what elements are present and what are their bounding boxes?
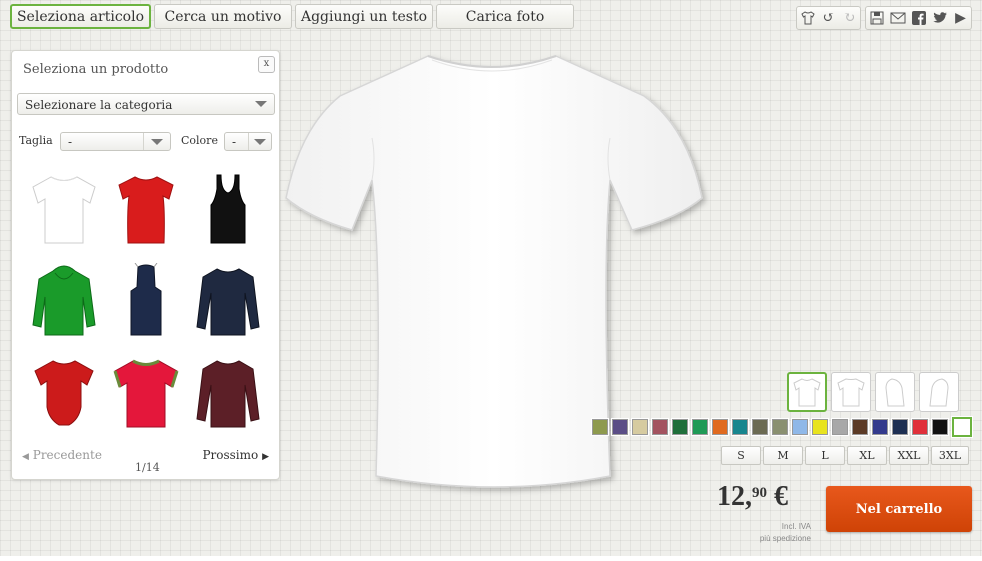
color-swatch[interactable]	[691, 418, 709, 436]
previous-label: Precedente	[32, 448, 102, 462]
tshirt-edit-icon[interactable]	[797, 7, 818, 29]
category-select[interactable]: Selezionare la categoria	[17, 93, 275, 115]
color-swatch[interactable]	[871, 418, 889, 436]
color-swatch[interactable]	[711, 418, 729, 436]
size-select-value: -	[68, 135, 73, 149]
category-select-value: Selezionare la categoria	[25, 98, 173, 112]
main-tabs: Seleziona articolo Cerca un motivo Aggiu…	[10, 4, 574, 29]
size-m[interactable]: M	[763, 446, 803, 465]
color-select[interactable]: -	[224, 132, 272, 151]
product-long-sleeve[interactable]	[187, 261, 269, 341]
product-t-shirt[interactable]	[23, 169, 105, 249]
chevron-down-icon	[248, 133, 271, 150]
size-select[interactable]: -	[60, 132, 171, 151]
color-swatch[interactable]	[851, 418, 869, 436]
color-swatch[interactable]	[611, 418, 629, 436]
twitter-icon[interactable]	[929, 7, 950, 29]
price-main: 12,	[717, 481, 752, 512]
close-panel-button[interactable]: x	[258, 56, 275, 73]
color-swatch[interactable]	[751, 418, 769, 436]
tab-upload-photo[interactable]: Carica foto	[436, 4, 574, 29]
previous-link[interactable]: ◀ Precedente	[22, 448, 102, 462]
facebook-icon[interactable]	[908, 7, 929, 29]
product-ringer-t-shirt[interactable]	[105, 353, 187, 433]
play-icon[interactable]: ▶	[950, 7, 971, 29]
color-select-value: -	[232, 135, 237, 149]
view-right[interactable]	[919, 372, 959, 412]
product-grid	[23, 169, 271, 433]
color-label: Colore	[181, 134, 218, 147]
undo-icon[interactable]: ↺	[818, 7, 839, 29]
color-swatches	[591, 416, 973, 438]
redo-icon[interactable]: ↻	[839, 7, 860, 29]
size-xl[interactable]: XL	[847, 446, 887, 465]
add-to-cart-button[interactable]: Nel carrello	[826, 486, 972, 532]
shipping-note: più spedizione	[759, 534, 811, 543]
color-swatch[interactable]	[591, 418, 609, 436]
product-apron[interactable]	[105, 261, 187, 341]
view-front[interactable]	[787, 372, 827, 412]
tab-search-motif[interactable]: Cerca un motivo	[154, 4, 292, 29]
chevron-down-icon	[248, 94, 274, 114]
color-swatch[interactable]	[791, 418, 809, 436]
toolbar: ↺ ↻ ▶	[796, 6, 972, 30]
view-back[interactable]	[831, 372, 871, 412]
chevron-right-icon: ▶	[262, 452, 269, 462]
size-label: Taglia	[19, 134, 53, 147]
product-sweatshirt[interactable]	[187, 353, 269, 433]
size-l[interactable]: L	[805, 446, 845, 465]
save-icon[interactable]	[866, 7, 887, 29]
color-swatch[interactable]	[651, 418, 669, 436]
size-selector: S M L XL XXL 3XL	[721, 446, 969, 465]
color-swatch[interactable]	[931, 418, 949, 436]
next-label: Prossimo	[202, 448, 259, 462]
chevron-down-icon	[143, 133, 170, 150]
email-icon[interactable]	[887, 7, 908, 29]
size-3xl[interactable]: 3XL	[931, 446, 969, 465]
color-swatch[interactable]	[831, 418, 849, 436]
chevron-left-icon: ◀	[22, 452, 29, 462]
tab-add-text[interactable]: Aggiungi un testo	[295, 4, 433, 29]
color-swatch[interactable]	[631, 418, 649, 436]
size-s[interactable]: S	[721, 446, 761, 465]
tab-select-article[interactable]: Seleziona articolo	[10, 4, 151, 29]
next-link[interactable]: Prossimo ▶	[202, 448, 269, 462]
color-swatch[interactable]	[731, 418, 749, 436]
price-cents: 90	[752, 485, 767, 501]
product-women-t-shirt[interactable]	[105, 169, 187, 249]
color-swatch[interactable]	[911, 418, 929, 436]
size-xxl[interactable]: XXL	[889, 446, 929, 465]
color-swatch[interactable]	[951, 416, 973, 438]
color-swatch[interactable]	[811, 418, 829, 436]
edit-tools: ↺ ↻	[796, 6, 861, 30]
color-swatch[interactable]	[771, 418, 789, 436]
frame-bottom	[0, 556, 982, 561]
share-tools: ▶	[865, 6, 972, 30]
vat-note: Incl. IVA	[781, 522, 811, 531]
color-swatch[interactable]	[891, 418, 909, 436]
page-indicator: 1/14	[135, 461, 160, 474]
price: 12,90 €	[717, 481, 788, 513]
panel-title: Seleziona un prodotto	[23, 62, 169, 77]
color-swatch[interactable]	[671, 418, 689, 436]
product-hoodie[interactable]	[23, 261, 105, 341]
view-left[interactable]	[875, 372, 915, 412]
product-baby-bodysuit[interactable]	[23, 353, 105, 433]
product-panel: Seleziona un prodotto x Selezionare la c…	[11, 50, 280, 480]
view-selector	[787, 372, 959, 412]
product-tank-top[interactable]	[187, 169, 269, 249]
price-currency: €	[774, 481, 788, 512]
